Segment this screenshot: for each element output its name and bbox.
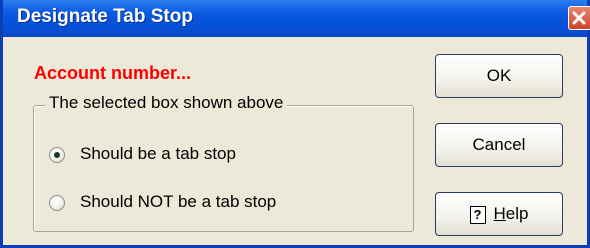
dialog-window: Designate Tab Stop Account number... The… — [0, 0, 590, 248]
radio-label: Should NOT be a tab stop — [80, 192, 277, 211]
help-label-rest: elp — [505, 204, 529, 223]
dialog-body: Account number... The selected box shown… — [3, 37, 587, 245]
ok-button[interactable]: OK — [435, 54, 563, 98]
radio-label: Should be a tab stop — [80, 144, 236, 163]
tab-stop-group — [33, 105, 414, 232]
help-button[interactable]: ? Help — [435, 192, 563, 236]
close-button[interactable] — [568, 6, 590, 30]
cancel-button[interactable]: Cancel — [435, 123, 563, 167]
radio-button[interactable] — [49, 195, 65, 211]
help-mnemonic: H — [493, 204, 506, 223]
window-title: Designate Tab Stop — [17, 6, 193, 27]
selected-field-name: Account number... — [34, 63, 192, 83]
radio-button-selected[interactable] — [49, 147, 65, 163]
help-icon: ? — [469, 205, 486, 224]
close-icon — [572, 11, 586, 25]
title-bar[interactable]: Designate Tab Stop — [3, 0, 590, 37]
group-legend: The selected box shown above — [45, 93, 288, 113]
